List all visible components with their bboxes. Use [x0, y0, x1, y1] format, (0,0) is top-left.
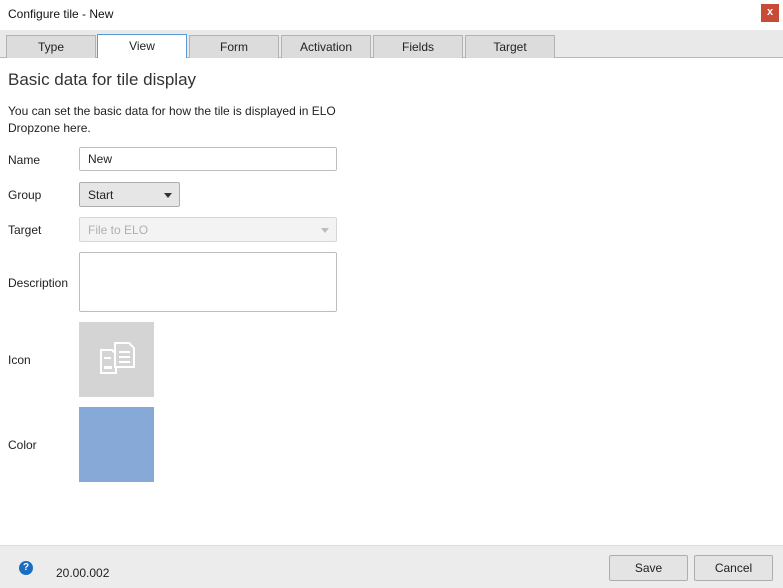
version-number: 20.00.002	[56, 566, 110, 580]
group-dropdown[interactable]: Start	[79, 182, 180, 207]
group-label: Group	[8, 188, 42, 202]
color-swatch[interactable]	[79, 407, 154, 482]
page-description: You can set the basic data for how the t…	[8, 104, 336, 135]
icon-picker[interactable]	[79, 322, 154, 397]
icon-label: Icon	[8, 353, 31, 367]
page-title: Basic data for tile display	[8, 70, 197, 89]
name-field[interactable]: New	[79, 147, 337, 171]
description-field[interactable]	[79, 252, 337, 312]
target-selected-value: File to ELO	[88, 223, 149, 237]
group-selected-value: Start	[88, 188, 114, 202]
tab-activation[interactable]: Activation	[281, 35, 371, 58]
tab-fields[interactable]: Fields	[373, 35, 463, 58]
help-icon[interactable]: ?	[19, 561, 33, 575]
target-label: Target	[8, 223, 42, 237]
save-button[interactable]: Save	[609, 555, 688, 581]
cancel-button[interactable]: Cancel	[694, 555, 773, 581]
tab-type[interactable]: Type	[6, 35, 96, 58]
window-title: Configure tile - New	[8, 7, 114, 21]
close-button[interactable]: x	[761, 4, 779, 22]
name-label: Name	[8, 153, 41, 167]
description-label: Description	[8, 276, 69, 290]
tab-view[interactable]: View	[97, 34, 187, 58]
chevron-down-icon	[321, 228, 329, 233]
color-label: Color	[8, 438, 37, 452]
tab-form[interactable]: Form	[189, 35, 279, 58]
tab-bar: Type View Form Activation Fields Target	[0, 30, 783, 58]
footer-bar: ? 20.00.002 Save Cancel	[0, 545, 783, 588]
target-dropdown: File to ELO	[79, 217, 337, 242]
title-bar: Configure tile - New x	[0, 0, 783, 30]
chevron-down-icon	[164, 193, 172, 198]
documents-icon	[100, 342, 135, 374]
tab-target[interactable]: Target	[465, 35, 555, 58]
view-panel: Basic data for tile display You can set …	[0, 58, 783, 545]
